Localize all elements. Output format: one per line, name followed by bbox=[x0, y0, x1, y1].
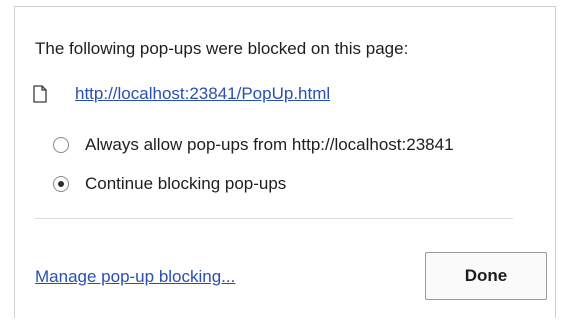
blocked-popup-link[interactable]: http://localhost:23841/PopUp.html bbox=[75, 84, 330, 104]
done-button[interactable]: Done bbox=[425, 252, 547, 300]
continue-blocking-option[interactable]: Continue blocking pop-ups bbox=[53, 174, 286, 194]
always-allow-option[interactable]: Always allow pop-ups from http://localho… bbox=[53, 135, 454, 155]
blocked-popup-item: http://localhost:23841/PopUp.html bbox=[33, 79, 330, 109]
dialog-heading: The following pop-ups were blocked on th… bbox=[35, 39, 409, 58]
continue-blocking-label: Continue blocking pop-ups bbox=[85, 174, 287, 193]
always-allow-radio[interactable] bbox=[53, 137, 69, 153]
page-icon bbox=[33, 85, 47, 103]
divider bbox=[35, 218, 513, 219]
manage-popup-blocking-link[interactable]: Manage pop-up blocking... bbox=[35, 267, 235, 287]
always-allow-label: Always allow pop-ups from http://localho… bbox=[85, 135, 454, 154]
continue-blocking-radio[interactable] bbox=[53, 176, 69, 192]
popup-blocked-dialog: The following pop-ups were blocked on th… bbox=[14, 6, 556, 318]
